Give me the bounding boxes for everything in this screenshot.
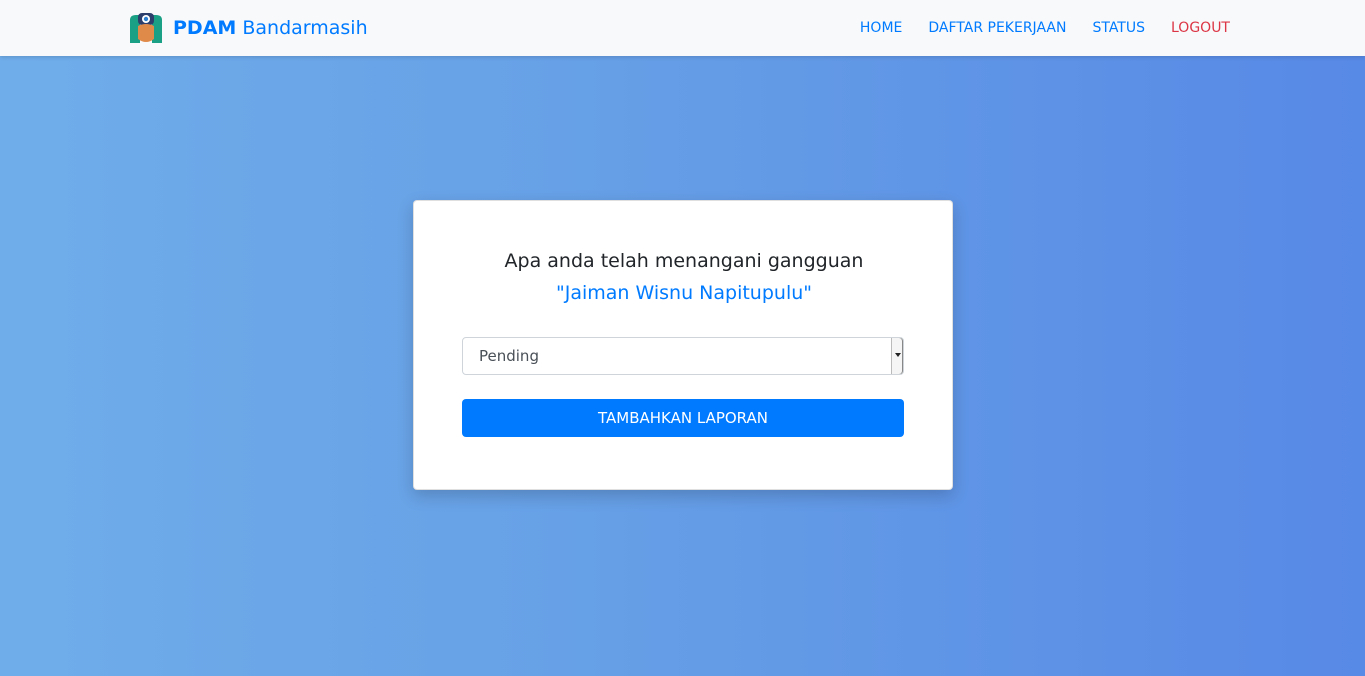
question-text: Apa anda telah menangani gangguan bbox=[504, 250, 864, 272]
brand-name: PDAM Bandarmasih bbox=[173, 17, 368, 39]
nav-status[interactable]: STATUS bbox=[1092, 20, 1145, 36]
tambahkan-laporan-button[interactable]: TAMBAHKAN LAPORAN bbox=[462, 399, 904, 437]
nav-daftar-pekerjaan[interactable]: DAFTAR PEKERJAAN bbox=[928, 20, 1066, 36]
pdam-logo-icon bbox=[130, 13, 162, 43]
report-card: Apa anda telah menangani gangguan "Jaima… bbox=[413, 200, 953, 490]
chevron-down-icon[interactable] bbox=[891, 338, 903, 374]
customer-name: "Jaiman Wisnu Napitupulu" bbox=[555, 282, 813, 304]
navbar: PDAM Bandarmasih HOME DAFTAR PEKERJAAN S… bbox=[0, 0, 1365, 56]
nav-logout[interactable]: LOGOUT bbox=[1171, 20, 1230, 36]
status-select-value: Pending bbox=[479, 347, 539, 365]
status-select[interactable]: Pending bbox=[462, 337, 904, 375]
nav-menu: HOME DAFTAR PEKERJAAN STATUS LOGOUT bbox=[834, 0, 1230, 56]
nav-home[interactable]: HOME bbox=[860, 20, 902, 36]
brand-link[interactable]: PDAM Bandarmasih bbox=[128, 12, 368, 44]
